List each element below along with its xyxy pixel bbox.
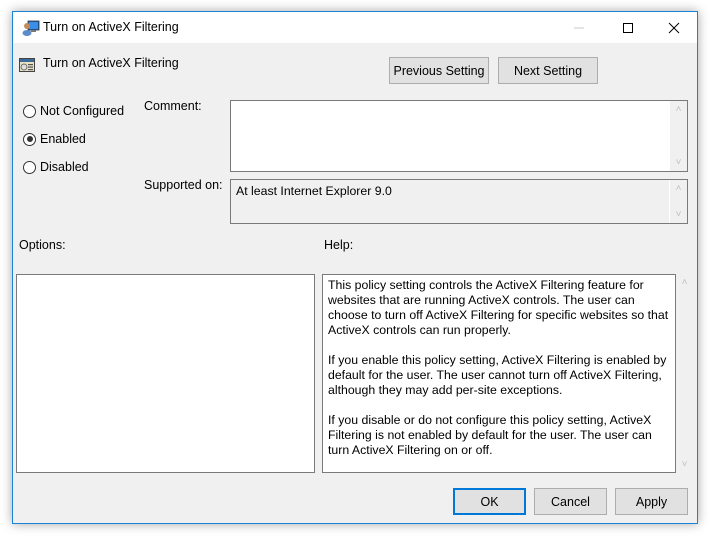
supported-on-label: Supported on:: [144, 178, 223, 192]
help-paragraph: This policy setting controls the ActiveX…: [328, 278, 669, 337]
help-pane: This policy setting controls the ActiveX…: [322, 274, 688, 473]
radio-label: Enabled: [40, 132, 86, 146]
group-policy-app-icon: [22, 20, 40, 36]
radio-disabled[interactable]: Disabled: [23, 160, 89, 174]
supported-on-field: At least Internet Explorer 9.0 ˄ ˅: [230, 179, 688, 224]
policy-setting-icon: [19, 58, 35, 72]
help-scrollbar[interactable]: ˄ ˅: [676, 274, 693, 473]
radio-circle[interactable]: [23, 104, 36, 118]
scroll-up-icon[interactable]: ˄: [670, 180, 687, 197]
options-label: Options:: [19, 238, 66, 252]
close-icon: [668, 22, 680, 33]
options-pane: [16, 274, 315, 473]
scroll-down-icon[interactable]: ˅: [670, 206, 687, 223]
scroll-down-icon[interactable]: ˅: [670, 154, 687, 171]
previous-setting-button[interactable]: Previous Setting: [389, 57, 489, 84]
comment-scrollbar[interactable]: ˄ ˅: [670, 101, 687, 171]
ok-button[interactable]: OK: [453, 488, 526, 515]
minimize-button[interactable]: [556, 12, 602, 43]
help-paragraph: If you enable this policy setting, Activ…: [328, 353, 667, 397]
scroll-up-icon[interactable]: ˄: [676, 274, 693, 291]
minimize-icon: [574, 27, 584, 28]
policy-title: Turn on ActiveX Filtering: [43, 56, 179, 70]
comment-label: Comment:: [144, 99, 202, 113]
window-title: Turn on ActiveX Filtering: [43, 20, 179, 34]
maximize-button[interactable]: [605, 12, 651, 43]
next-setting-button[interactable]: Next Setting: [498, 57, 598, 84]
supported-on-value: At least Internet Explorer 9.0: [236, 184, 392, 198]
policy-dialog-window: Turn on ActiveX Filtering Turn on Active…: [12, 11, 698, 524]
maximize-icon: [623, 22, 633, 33]
help-label: Help:: [324, 238, 354, 252]
radio-label: Disabled: [40, 160, 89, 174]
title-bar[interactable]: Turn on ActiveX Filtering: [13, 12, 697, 43]
supported-scrollbar[interactable]: ˄ ˅: [669, 180, 687, 223]
close-button[interactable]: [651, 12, 697, 43]
help-paragraph: If you disable or do not configure this …: [328, 413, 652, 457]
scroll-down-icon[interactable]: ˅: [676, 456, 693, 473]
radio-circle[interactable]: [23, 160, 36, 174]
radio-not-configured[interactable]: Not Configured: [23, 104, 124, 118]
apply-button[interactable]: Apply: [615, 488, 688, 515]
comment-textarea[interactable]: ˄ ˅: [230, 100, 688, 172]
help-text: This policy setting controls the ActiveX…: [328, 278, 673, 473]
radio-circle-checked[interactable]: [23, 132, 36, 146]
radio-enabled[interactable]: Enabled: [23, 132, 86, 146]
radio-label: Not Configured: [40, 104, 125, 118]
cancel-button[interactable]: Cancel: [534, 488, 607, 515]
scroll-up-icon[interactable]: ˄: [670, 101, 687, 118]
